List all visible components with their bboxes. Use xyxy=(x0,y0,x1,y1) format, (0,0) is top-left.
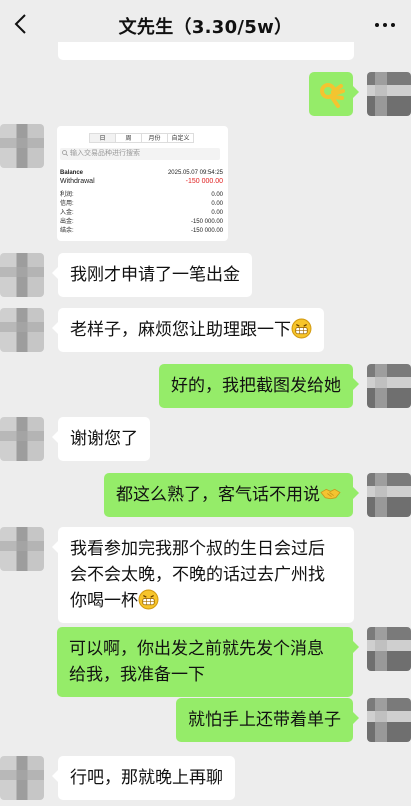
summary-row: 信用: 0.00 xyxy=(60,201,223,208)
message-text-line: 可以啊，你出发之前就先发个消息 xyxy=(69,639,324,659)
search-box: 输入交易品种进行搜索 xyxy=(60,148,220,160)
message-text: 就怕手上还带着单子 xyxy=(188,710,341,730)
message-text-line: 给我，我准备一下 xyxy=(69,665,205,685)
search-icon xyxy=(62,150,68,156)
balance-row: Balance 2025.05.07 09:54:25 xyxy=(60,170,223,177)
summary-row: 利润: 0.00 xyxy=(60,192,223,199)
message-text: 我刚才申请了一笔出金 xyxy=(70,265,240,285)
message-text-line: 我看参加完我那个叔的生日会过后 xyxy=(70,539,325,559)
message-text: 你喝一杯 xyxy=(70,591,138,611)
my-avatar[interactable] xyxy=(367,364,411,408)
message-text-line: 你喝一杯 xyxy=(70,588,342,614)
summary-value: 0.00 xyxy=(211,201,223,207)
summary-row: 入金: 0.00 xyxy=(60,210,223,217)
message-bubble-out[interactable]: 好的，我把截图发给她 xyxy=(159,364,359,408)
summary-row: 结余: -150 000.00 xyxy=(60,228,223,235)
report-tabs: 日 周 月份 自定义 xyxy=(89,133,194,143)
message-text-line: 会不会太晚，不晚的话过去广州找 xyxy=(70,565,325,585)
my-avatar[interactable] xyxy=(367,72,411,116)
message-text: 都这么熟了，客气话不用说 xyxy=(116,485,320,505)
withdrawal-value: -150 000.00 xyxy=(185,178,223,185)
tab-week: 周 xyxy=(115,133,142,143)
screenshot-image-message[interactable]: 日 周 月份 自定义 输入交易品种进行搜索 Balance 2025.05.07… xyxy=(57,126,228,241)
message-bubble-in[interactable]: 我刚才申请了一笔出金 xyxy=(52,253,252,297)
summary-label: 入金: xyxy=(60,210,74,216)
grin-emoji-icon xyxy=(291,318,312,339)
message-bubble-out[interactable]: 都这么熟了，客气话不用说 xyxy=(104,473,359,517)
summary-row: 出金: -150 000.00 xyxy=(60,219,223,226)
more-options-icon[interactable] xyxy=(371,13,399,37)
tab-day: 日 xyxy=(89,133,116,143)
message-bubble-out[interactable]: 可以啊，你出发之前就先发个消息 给我，我准备一下 xyxy=(57,627,359,697)
message-bubble-out[interactable]: 就怕手上还带着单子 xyxy=(176,698,359,742)
contact-avatar[interactable] xyxy=(0,308,44,352)
previous-message-bubble xyxy=(58,42,354,60)
tab-custom: 自定义 xyxy=(167,133,194,143)
summary-label: 信用: xyxy=(60,201,74,207)
summary-label: 结余: xyxy=(60,228,74,234)
message-bubble-in[interactable]: 老样子，麻烦您让助理跟一下 xyxy=(52,308,324,352)
my-avatar[interactable] xyxy=(367,698,411,742)
chat-title: 文先生（3.30/5w） xyxy=(118,17,293,38)
withdrawal-row: Withdrawal -150 000.00 xyxy=(60,178,223,185)
my-avatar[interactable] xyxy=(367,627,411,671)
my-avatar[interactable] xyxy=(367,473,411,517)
summary-value: 0.00 xyxy=(211,210,223,216)
ok-hand-emoji-icon xyxy=(320,83,345,108)
tab-month: 月份 xyxy=(141,133,168,143)
summary-value: 0.00 xyxy=(211,192,223,198)
message-bubble-in[interactable]: 我看参加完我那个叔的生日会过后 会不会太晚，不晚的话过去广州找 你喝一杯 xyxy=(52,527,354,623)
contact-avatar[interactable] xyxy=(0,253,44,297)
summary-value: -150 000.00 xyxy=(190,228,223,234)
grin-emoji-icon xyxy=(138,589,159,610)
summary-value: -150 000.00 xyxy=(190,219,223,225)
message-bubble-in[interactable]: 行吧，那就晚上再聊 xyxy=(52,756,235,800)
contact-avatar[interactable] xyxy=(0,527,44,571)
message-bubble-in[interactable]: 谢谢您了 xyxy=(52,417,150,461)
balance-label: Balance xyxy=(60,170,84,176)
message-bubble-out[interactable] xyxy=(309,72,359,116)
withdrawal-label: Withdrawal xyxy=(60,178,95,185)
contact-avatar[interactable] xyxy=(0,124,44,168)
search-placeholder: 输入交易品种进行搜索 xyxy=(70,150,140,157)
balance-date: 2025.05.07 09:54:25 xyxy=(167,170,223,176)
message-text: 行吧，那就晚上再聊 xyxy=(70,768,223,788)
message-text: 好的，我把截图发给她 xyxy=(171,376,341,396)
handshake-emoji-icon xyxy=(320,488,341,500)
contact-avatar[interactable] xyxy=(0,756,44,800)
message-text: 老样子，麻烦您让助理跟一下 xyxy=(70,320,291,340)
summary-label: 利润: xyxy=(60,192,74,198)
message-text: 谢谢您了 xyxy=(70,429,138,449)
summary-label: 出金: xyxy=(60,219,74,225)
contact-avatar[interactable] xyxy=(0,417,44,461)
